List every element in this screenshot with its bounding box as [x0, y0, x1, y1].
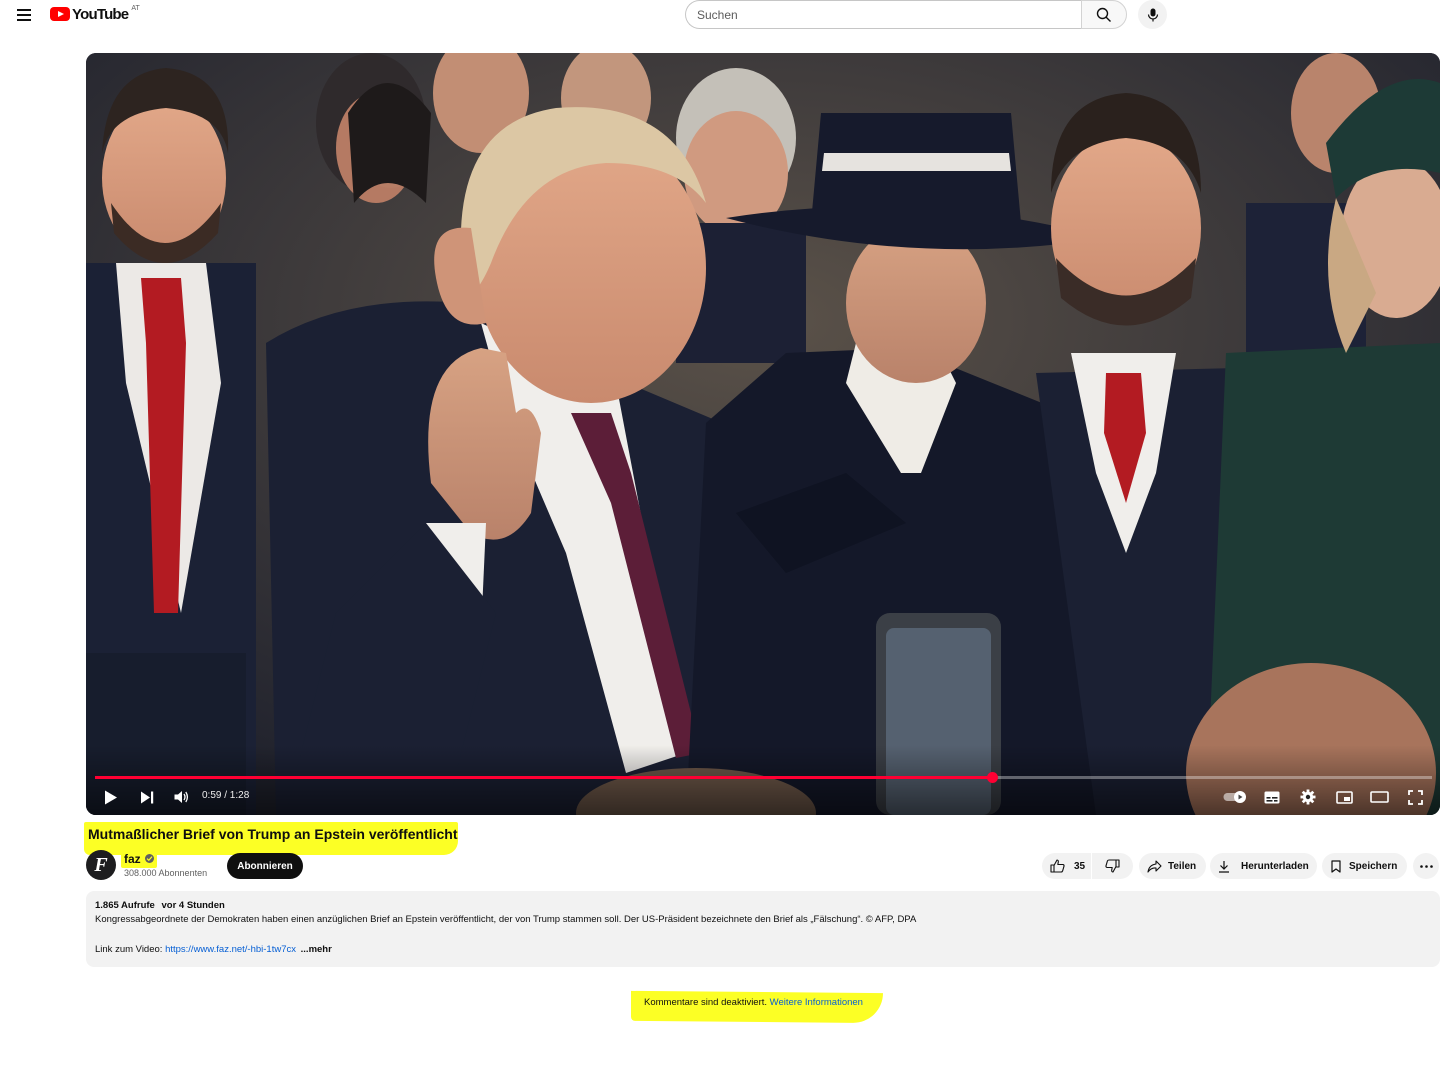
save-button[interactable]: Speichern: [1322, 853, 1407, 879]
fullscreen-icon: [1407, 789, 1423, 805]
more-horizontal-icon: [1419, 864, 1433, 868]
microphone-icon: [1147, 8, 1158, 21]
share-button[interactable]: Teilen: [1139, 853, 1206, 879]
video-frame: [86, 53, 1440, 815]
play-button[interactable]: [100, 787, 122, 807]
comments-disabled-notice: Kommentare sind deaktiviert. Weitere Inf…: [644, 997, 863, 1008]
video-player[interactable]: 0:59 / 1:28: [86, 53, 1440, 815]
view-count: 1.865 Aufrufe: [95, 900, 155, 911]
share-label: Teilen: [1168, 860, 1197, 872]
play-icon: [105, 790, 117, 804]
link-prefix: Link zum Video:: [95, 944, 166, 955]
next-button[interactable]: [136, 787, 158, 807]
progress-bar[interactable]: [95, 772, 1432, 783]
description-stats: 1.865 Aufrufe vor 4 Stunden: [95, 900, 225, 911]
autoplay-toggle[interactable]: [1222, 787, 1248, 807]
next-icon: [141, 791, 154, 803]
channel-name[interactable]: faz: [124, 852, 141, 866]
upload-age: vor 4 Stunden: [161, 900, 225, 911]
hamburger-menu-icon[interactable]: [14, 4, 34, 24]
video-title: Mutmaßlicher Brief von Trump an Epstein …: [88, 826, 458, 842]
description-link-row: Link zum Video: https://www.faz.net/-hbi…: [95, 944, 332, 955]
settings-gear-icon: [1300, 789, 1316, 805]
autoplay-toggle-icon: [1223, 791, 1246, 803]
search-box: [685, 0, 1127, 29]
voice-search-button[interactable]: [1138, 0, 1167, 29]
like-button[interactable]: 35: [1042, 853, 1091, 879]
download-button[interactable]: Herunterladen: [1210, 853, 1317, 879]
more-info-link[interactable]: Weitere Informationen: [770, 997, 863, 1008]
miniplayer-button[interactable]: [1333, 787, 1355, 807]
faz-logo-icon: F: [94, 853, 108, 876]
video-link[interactable]: https://www.faz.net/-hbi-1tw7cx: [165, 944, 296, 955]
time-display: 0:59 / 1:28: [202, 790, 250, 801]
subscriber-count: 308.000 Abonnenten: [124, 868, 208, 878]
description-text: Kongressabgeordnete der Demokraten haben…: [95, 914, 917, 925]
thumbs-up-icon: [1050, 859, 1065, 873]
share-arrow-icon: [1147, 859, 1162, 873]
download-icon: [1219, 860, 1229, 873]
search-button[interactable]: [1081, 0, 1127, 29]
subscribe-button[interactable]: Abonnieren: [227, 853, 303, 879]
description-box[interactable]: 1.865 Aufrufe vor 4 Stunden Kongressabge…: [86, 891, 1440, 967]
volume-button[interactable]: [170, 787, 192, 807]
youtube-play-logo-icon: [50, 7, 70, 21]
show-more-button[interactable]: ...mehr: [301, 944, 332, 955]
channel-avatar[interactable]: F: [86, 850, 116, 880]
comments-disabled-text: Kommentare sind deaktiviert.: [644, 997, 768, 1008]
subtitles-icon: [1264, 791, 1280, 803]
search-icon: [1096, 7, 1111, 22]
youtube-logo[interactable]: YouTube AT: [50, 4, 140, 24]
subtitles-button[interactable]: [1261, 787, 1283, 807]
thumbs-down-icon: [1105, 859, 1120, 873]
like-count: 35: [1074, 860, 1086, 872]
download-label: Herunterladen: [1241, 860, 1309, 872]
dislike-button[interactable]: [1092, 853, 1133, 879]
settings-button[interactable]: [1297, 787, 1319, 807]
volume-icon: [174, 791, 188, 803]
save-label: Speichern: [1349, 860, 1398, 872]
miniplayer-icon: [1335, 790, 1353, 804]
theater-mode-button[interactable]: [1367, 787, 1391, 807]
progress-played: [95, 776, 993, 779]
more-actions-button[interactable]: [1413, 853, 1439, 879]
masthead: YouTube AT: [0, 0, 1445, 30]
verified-badge-icon: [145, 854, 154, 863]
theater-mode-icon: [1369, 791, 1389, 803]
search-input[interactable]: [685, 0, 1081, 29]
bookmark-icon: [1331, 859, 1341, 873]
country-code: AT: [131, 5, 140, 12]
fullscreen-button[interactable]: [1404, 787, 1426, 807]
logo-text: YouTube: [72, 6, 129, 23]
